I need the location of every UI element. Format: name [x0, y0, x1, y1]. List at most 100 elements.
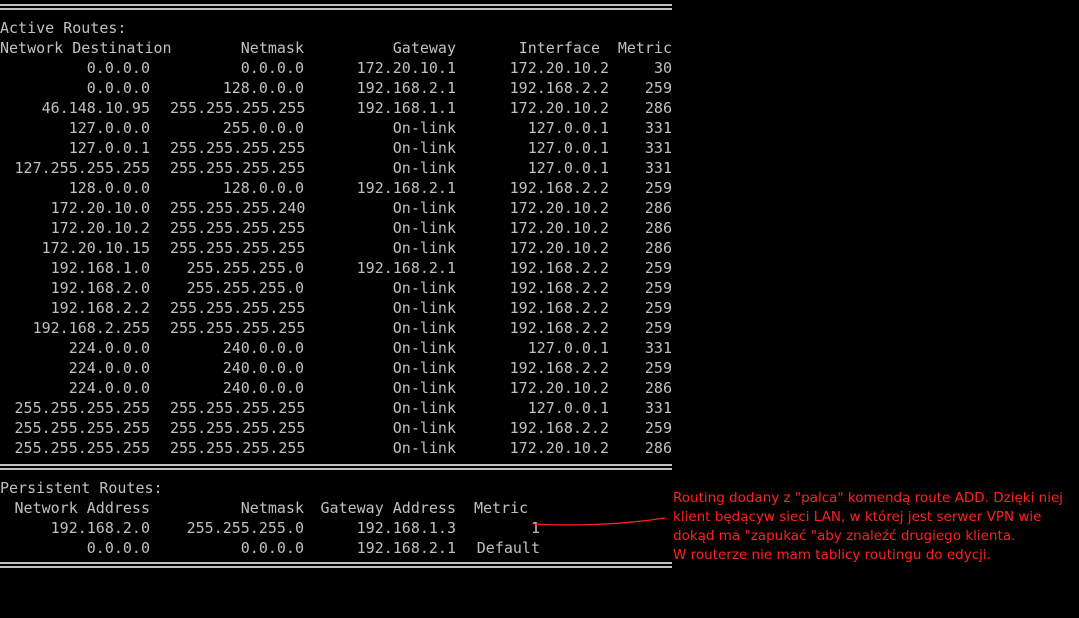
cell-gateway: On-link	[392, 219, 456, 237]
header-metric: Metric	[617, 39, 672, 57]
cell-metric: 259	[644, 259, 672, 277]
cell-interface: 192.168.2.2	[509, 259, 609, 277]
table-row: 0.0.0.0 128.0.0.0 192.168.2.1 192.168.2.2 25…	[0, 78, 680, 98]
table-row: 172.20.10.0 255.255.255.240 On-link 172.20.…	[0, 198, 680, 218]
cell-netmask: 255.255.255.255	[170, 219, 306, 237]
cell-netmask: 255.255.255.0	[186, 279, 304, 297]
cell-network-destination: 127.0.0.1	[68, 139, 150, 157]
cell-gateway: On-link	[392, 379, 456, 397]
cell-metric: 259	[644, 179, 672, 197]
cell-metric: 286	[644, 219, 672, 237]
cell-gateway: 192.168.1.1	[356, 99, 456, 117]
header-network-destination: Network Destination	[0, 39, 172, 57]
table-row: 224.0.0.0 240.0.0.0 On-link 192.168.2.2 259	[0, 358, 680, 378]
cell-network-destination: 224.0.0.0	[68, 359, 150, 377]
cell-gateway: 172.20.10.1	[356, 59, 456, 77]
cell-gateway: On-link	[392, 399, 456, 417]
cell-interface: 192.168.2.2	[509, 179, 609, 197]
cell-netmask: 255.255.255.255	[170, 319, 306, 337]
cell-netmask: 255.255.255.255	[170, 139, 306, 157]
header-gateway: Gateway	[392, 39, 456, 57]
cell-gateway: On-link	[392, 299, 456, 317]
cell-interface: 172.20.10.2	[509, 239, 609, 257]
cell-netmask: 255.255.255.255	[170, 399, 306, 417]
cell-network-destination: 255.255.255.255	[14, 439, 150, 457]
cell-interface: 172.20.10.2	[509, 219, 609, 237]
cell-gateway: On-link	[392, 339, 456, 357]
cell-network-destination: 0.0.0.0	[86, 59, 150, 77]
table-row: 224.0.0.0 240.0.0.0 On-link 127.0.0.1 331	[0, 338, 680, 358]
cell-netmask: 0.0.0.0	[240, 539, 304, 557]
cell-network-destination: 224.0.0.0	[68, 339, 150, 357]
cell-interface: 127.0.0.1	[527, 139, 609, 157]
cell-interface: 127.0.0.1	[527, 159, 609, 177]
annotation-line: Routing dodany z "palca" komendą route A…	[673, 490, 1064, 506]
table-row: 128.0.0.0 128.0.0.0 192.168.2.1 192.168.2.2…	[0, 178, 680, 198]
annotation-pointer-line	[533, 517, 666, 526]
cell-netmask: 255.255.255.255	[170, 99, 306, 117]
cell-netmask: 255.255.255.0	[186, 259, 304, 277]
active-routes-title: Active Routes:	[0, 19, 127, 37]
cell-interface: 192.168.2.2	[509, 79, 609, 97]
header-netmask: Netmask	[240, 39, 304, 57]
cell-netmask: 255.255.255.255	[170, 159, 306, 177]
cell-metric: Default	[476, 539, 540, 557]
header-network-address: Network Address	[14, 499, 150, 517]
cell-netmask: 240.0.0.0	[222, 379, 304, 397]
cell-gateway-address: 192.168.2.1	[356, 539, 456, 557]
table-row: 0.0.0.0 0.0.0.0 192.168.2.1 Default	[0, 538, 680, 558]
cell-network-destination: 192.168.2.0	[50, 279, 150, 297]
table-row: 172.20.10.15 255.255.255.255 On-link 172.20…	[0, 238, 680, 258]
table-row: 172.20.10.2 255.255.255.255 On-link 172.20.…	[0, 218, 680, 238]
cell-metric: 286	[644, 239, 672, 257]
annotation-line: klient będącyw sieci LAN, w której jest …	[673, 509, 1042, 525]
cell-network-destination: 224.0.0.0	[68, 379, 150, 397]
cell-metric: 331	[644, 399, 672, 417]
cell-network-destination: 127.0.0.0	[68, 119, 150, 137]
cell-metric: 331	[644, 119, 672, 137]
cell-network-destination: 46.148.10.95	[41, 99, 150, 117]
cell-interface: 172.20.10.2	[509, 59, 609, 77]
table-row: 255.255.255.255 255.255.255.255 On-link 127…	[0, 398, 680, 418]
cell-netmask: 240.0.0.0	[222, 359, 304, 377]
cell-gateway: On-link	[392, 139, 456, 157]
cell-metric: 286	[644, 379, 672, 397]
cell-network-destination: 172.20.10.15	[41, 239, 150, 257]
table-row: 127.0.0.0 255.0.0.0 On-link 127.0.0.1 331	[0, 118, 680, 138]
header-gateway-address: Gateway Address	[320, 499, 456, 517]
table-row: 192.168.2.0 255.255.255.0 On-link 192.168.2…	[0, 278, 680, 298]
cell-metric: 259	[644, 299, 672, 317]
cell-metric: 331	[644, 139, 672, 157]
cell-netmask: 128.0.0.0	[222, 79, 304, 97]
table-row: 255.255.255.255 255.255.255.255 On-link 192…	[0, 418, 680, 438]
cell-netmask: 255.255.255.255	[170, 299, 306, 317]
header-netmask-persistent: Netmask	[240, 499, 304, 517]
cell-metric: 259	[644, 359, 672, 377]
annotation-line: W routerze nie mam tablicy routingu do e…	[673, 547, 991, 563]
table-row: 192.168.2.2 255.255.255.255 On-link 192.168…	[0, 298, 680, 318]
separator-bottom	[0, 562, 672, 568]
cell-gateway: On-link	[392, 419, 456, 437]
cell-netmask: 255.255.255.255	[170, 239, 306, 257]
table-row: 192.168.2.255 255.255.255.255 On-link 192.1…	[0, 318, 680, 338]
cell-metric: 30	[653, 59, 672, 77]
cell-metric: 331	[644, 339, 672, 357]
cell-netmask: 255.255.255.255	[170, 439, 306, 457]
cell-gateway: 192.168.2.1	[356, 179, 456, 197]
header-metric-persistent: Metric	[474, 499, 529, 517]
table-row: 224.0.0.0 240.0.0.0 On-link 172.20.10.2 286	[0, 378, 680, 398]
cell-interface: 192.168.2.2	[509, 419, 609, 437]
cell-network-address: 0.0.0.0	[86, 539, 150, 557]
cell-gateway: On-link	[392, 439, 456, 457]
cell-interface: 172.20.10.2	[509, 99, 609, 117]
cell-gateway-address: 192.168.1.3	[356, 519, 456, 537]
cell-network-destination: 255.255.255.255	[14, 419, 150, 437]
cell-metric: 259	[644, 419, 672, 437]
red-annotation-note: Routing dodany z "palca" komendą route A…	[673, 489, 1077, 565]
cell-metric: 259	[644, 319, 672, 337]
separator-top	[0, 4, 672, 10]
cell-interface: 172.20.10.2	[509, 439, 609, 457]
cell-interface: 192.168.2.2	[509, 359, 609, 377]
cell-interface: 127.0.0.1	[527, 339, 609, 357]
persistent-routes-title: Persistent Routes:	[0, 479, 163, 497]
